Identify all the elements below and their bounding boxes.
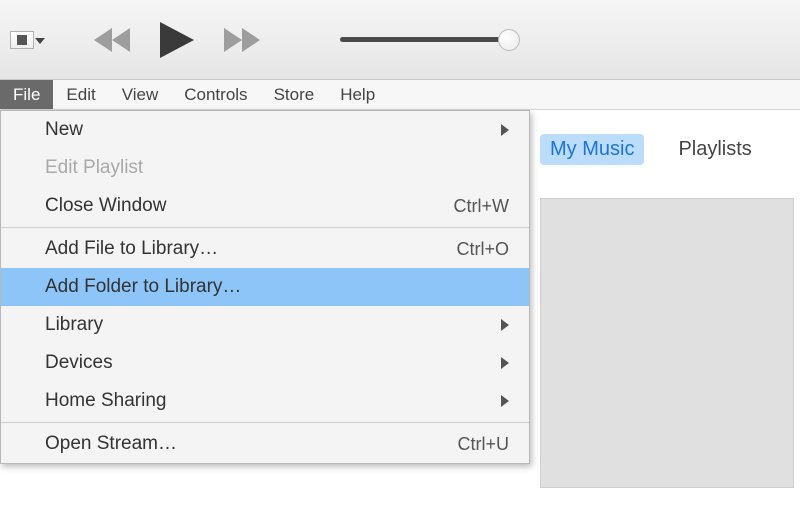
menu-file[interactable]: File: [0, 80, 53, 109]
menu-item-shortcut: Ctrl+W: [454, 196, 510, 217]
menu-help[interactable]: Help: [327, 80, 388, 109]
seek-thumb[interactable]: [498, 29, 520, 51]
menu-item-label: Library: [45, 314, 103, 336]
menu-item-library[interactable]: Library: [1, 306, 529, 344]
menu-controls[interactable]: Controls: [171, 80, 260, 109]
menu-separator: [1, 227, 529, 228]
chevron-right-icon: [501, 319, 509, 331]
play-button[interactable]: [160, 22, 194, 58]
menu-item-new[interactable]: New: [1, 111, 529, 149]
tab-my-music[interactable]: My Music: [540, 134, 644, 165]
menu-item-label: Close Window: [45, 195, 166, 217]
menu-item-label: Open Stream…: [45, 433, 177, 455]
menu-bar: File Edit View Controls Store Help: [0, 80, 800, 110]
file-menu-dropdown: New Edit Playlist Close Window Ctrl+W Ad…: [0, 110, 530, 464]
menu-item-shortcut: Ctrl+O: [456, 239, 509, 260]
menu-item-label: New: [45, 119, 83, 141]
menu-item-label: Devices: [45, 352, 113, 374]
menu-edit[interactable]: Edit: [53, 80, 108, 109]
chevron-right-icon: [501, 357, 509, 369]
view-switcher-button[interactable]: [10, 31, 34, 49]
chevron-down-icon: [35, 38, 45, 44]
menu-item-shortcut: Ctrl+U: [457, 434, 509, 455]
playback-controls: [94, 22, 260, 58]
chevron-right-icon: [501, 124, 509, 136]
menu-view[interactable]: View: [109, 80, 172, 109]
menu-item-add-file[interactable]: Add File to Library… Ctrl+O: [1, 230, 529, 268]
library-tabs: My Music Playlists: [540, 134, 762, 165]
next-track-button[interactable]: [220, 26, 260, 54]
seek-slider[interactable]: [340, 37, 510, 42]
menu-item-home-sharing[interactable]: Home Sharing: [1, 382, 529, 420]
playback-toolbar: [0, 0, 800, 80]
content-area: My Music Playlists D. City New Edit Play…: [0, 110, 800, 509]
chevron-right-icon: [501, 395, 509, 407]
menu-item-devices[interactable]: Devices: [1, 344, 529, 382]
album-artwork[interactable]: [540, 198, 794, 488]
previous-track-button[interactable]: [94, 26, 134, 54]
menu-item-edit-playlist: Edit Playlist: [1, 149, 529, 187]
menu-item-add-folder[interactable]: Add Folder to Library…: [1, 268, 529, 306]
menu-store[interactable]: Store: [261, 80, 328, 109]
view-switcher-icon: [17, 35, 27, 45]
menu-item-label: Add File to Library…: [45, 238, 218, 260]
menu-separator: [1, 422, 529, 423]
menu-item-label: Add Folder to Library…: [45, 276, 241, 298]
menu-item-open-stream[interactable]: Open Stream… Ctrl+U: [1, 425, 529, 463]
seek-track: [340, 37, 510, 42]
tab-playlists[interactable]: Playlists: [668, 134, 761, 165]
menu-item-close-window[interactable]: Close Window Ctrl+W: [1, 187, 529, 225]
menu-item-label: Home Sharing: [45, 390, 166, 412]
menu-item-label: Edit Playlist: [45, 157, 143, 179]
